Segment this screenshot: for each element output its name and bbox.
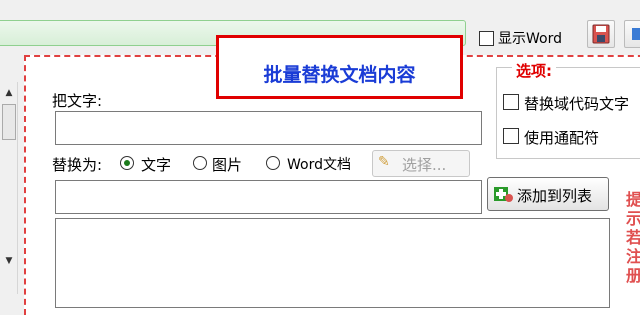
save-button[interactable] [587,20,615,48]
radio-text[interactable] [120,156,134,170]
tool-icon [632,28,640,40]
side-note: 提示：若注册 [626,190,640,285]
show-word-checkbox[interactable] [479,31,494,46]
radio-image[interactable] [193,156,207,170]
use-wildcards-label: 使用通配符 [524,129,600,147]
radio-word-doc[interactable] [266,156,280,170]
show-word-label: 显示Word [498,31,562,47]
scrollbar[interactable]: ▲ ▼ [0,82,18,294]
add-icon [492,184,514,204]
replace-list[interactable] [55,218,610,308]
scroll-up-icon[interactable]: ▲ [0,86,18,100]
scroll-thumb[interactable] [2,104,16,140]
replace-label: 替换为: [52,156,103,174]
find-label: 把文字: [52,92,103,110]
radio-image-label: 图片 [212,156,243,174]
options-title: 选项: [512,60,556,81]
floppy-disk-icon [592,24,610,44]
add-to-list-button[interactable]: 添加到列表 [487,177,609,211]
select-button[interactable]: ✎ 选择... [372,150,470,177]
radio-text-label: 文字 [141,156,172,174]
replace-field-code-label: 替换域代码文字 [524,95,630,113]
radio-word-doc-label: Word文档 [287,157,351,173]
scroll-down-icon[interactable]: ▼ [0,254,18,268]
pen-icon: ✎ [378,154,390,170]
find-input[interactable] [55,111,482,145]
page-title: 批量替换文档内容 [263,64,416,86]
tool-button[interactable] [624,20,640,48]
replace-input[interactable] [55,180,482,214]
replace-field-code-checkbox[interactable] [503,94,519,110]
use-wildcards-checkbox[interactable] [503,128,519,144]
